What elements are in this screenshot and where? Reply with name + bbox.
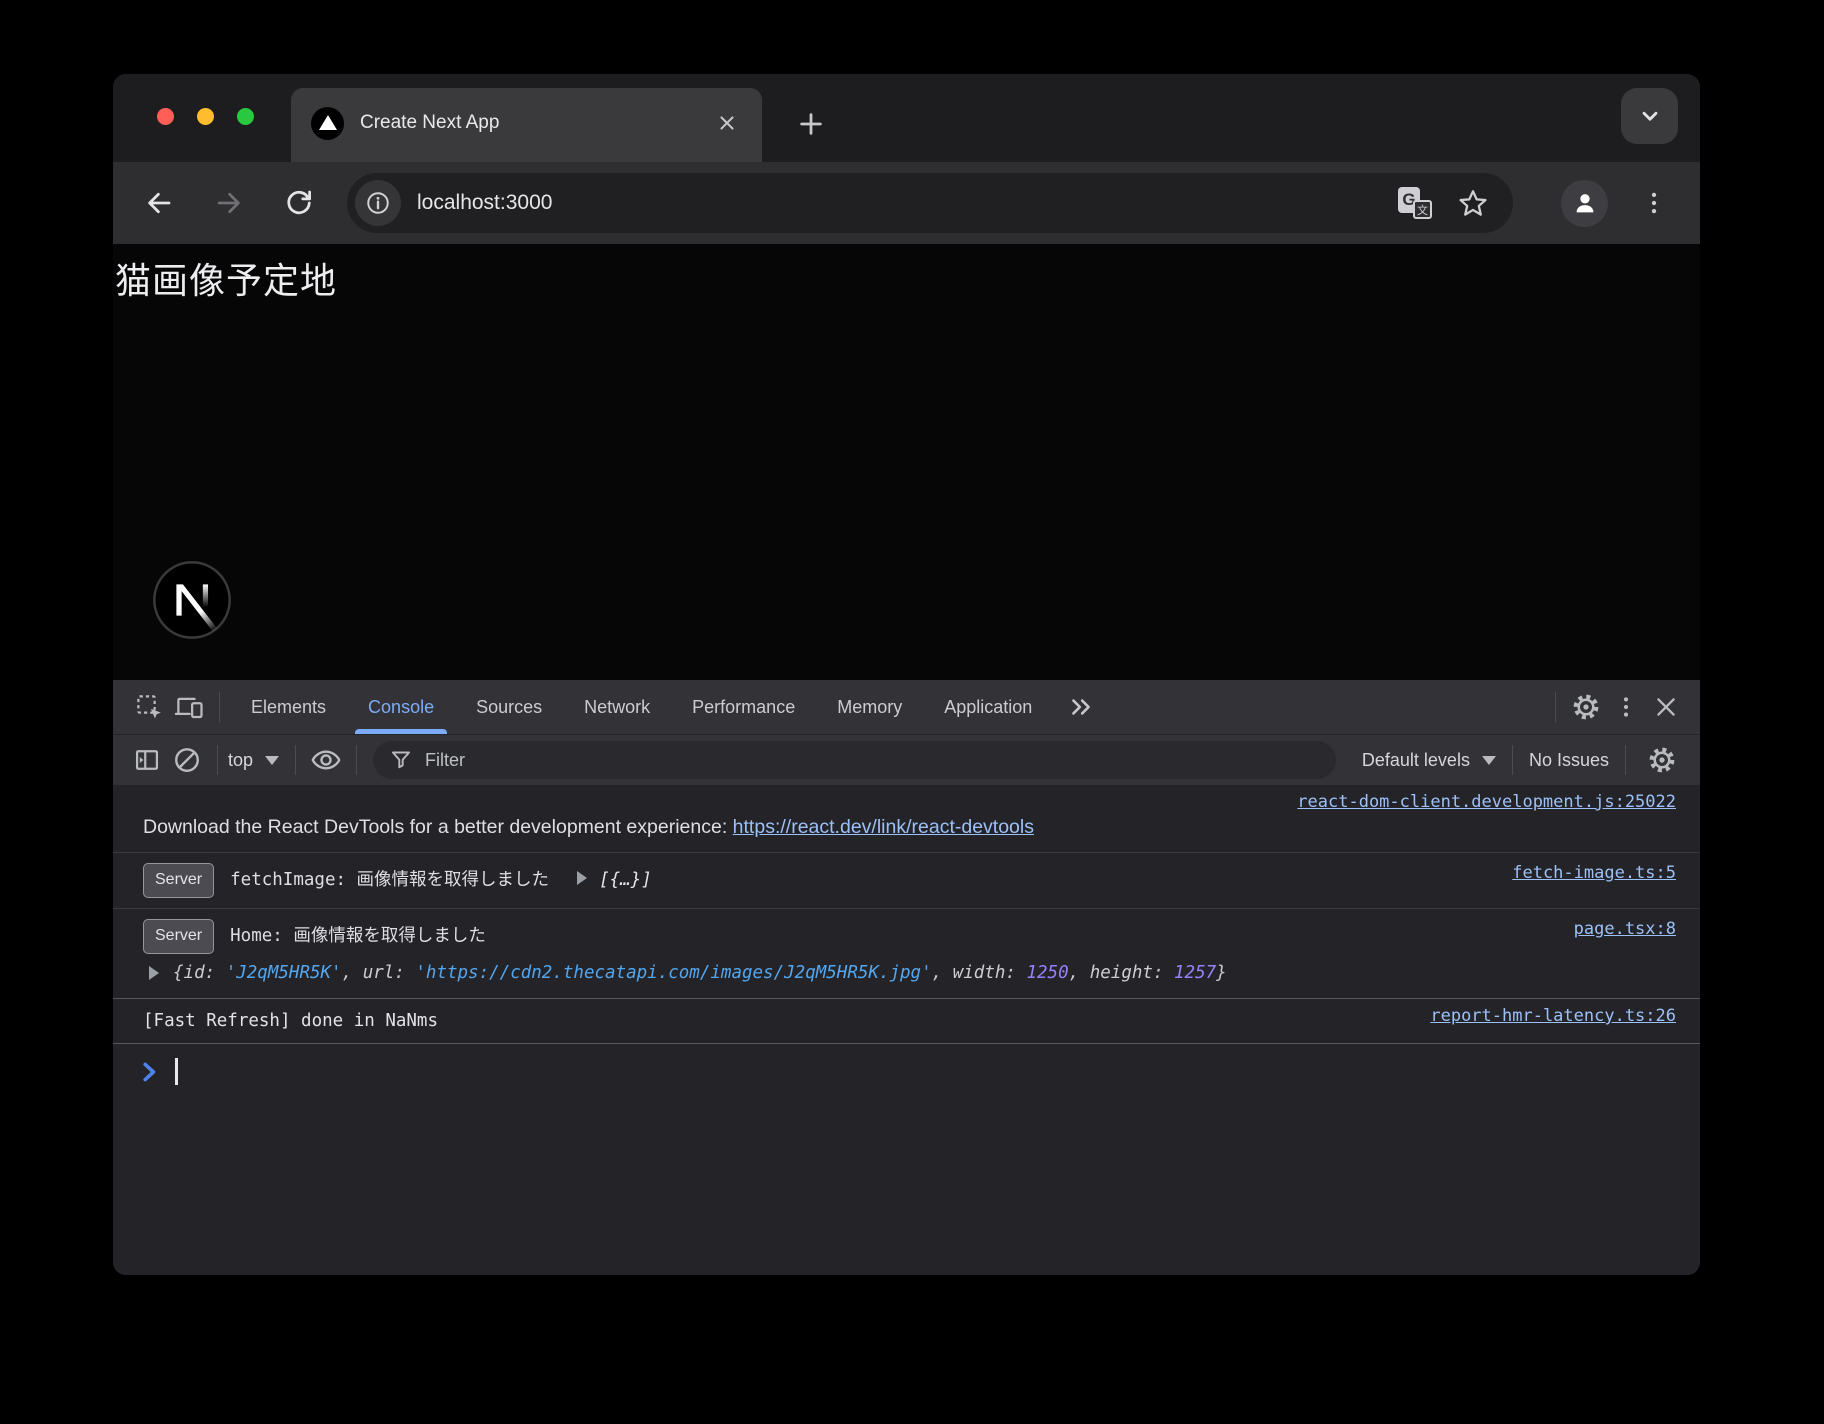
source-link[interactable]: page.tsx:8	[1574, 919, 1676, 939]
console-sidebar-toggle[interactable]	[127, 740, 167, 780]
tab-close-icon[interactable]	[710, 106, 744, 140]
translate-button[interactable]: G文	[1395, 183, 1435, 223]
expand-triangle-icon[interactable]	[577, 871, 587, 885]
chevron-down-icon	[1637, 103, 1663, 129]
devtools-menu-button[interactable]	[1606, 687, 1646, 727]
expand-triangle-icon[interactable]	[149, 966, 159, 980]
page-heading: 猫画像予定地	[113, 244, 1700, 304]
gear-icon	[1571, 692, 1601, 722]
tab-strip: Create Next App	[113, 74, 1700, 162]
person-icon	[1571, 189, 1599, 217]
inspect-element-button[interactable]	[129, 687, 169, 727]
inspect-cursor-icon	[134, 692, 164, 722]
source-link[interactable]: react-dom-client.development.js:25022	[1297, 792, 1676, 812]
forward-button[interactable]	[207, 181, 251, 225]
device-toolbar-button[interactable]	[169, 687, 209, 727]
double-chevron-icon	[1067, 693, 1095, 721]
console-message-fetchimage: Server fetchImage: 画像情報を取得しました [{…}] fetch…	[113, 852, 1700, 908]
tab-performance[interactable]: Performance	[671, 680, 816, 734]
nextjs-favicon-icon	[311, 107, 344, 140]
clear-console-button[interactable]	[167, 740, 207, 780]
eye-icon	[310, 744, 342, 776]
console-log-area[interactable]: react-dom-client.development.js:25022 Do…	[113, 786, 1700, 1275]
no-entry-icon	[172, 745, 202, 775]
console-prompt[interactable]	[113, 1044, 1700, 1097]
back-button[interactable]	[137, 181, 181, 225]
console-message-fast-refresh: [Fast Refresh] done in NaNms report-hmr-…	[113, 998, 1700, 1044]
desktop-background: Create Next App	[0, 0, 1824, 1424]
kebab-menu-icon	[1613, 692, 1639, 722]
browser-window: Create Next App	[113, 74, 1700, 1275]
console-toolbar: top Defaul	[113, 734, 1700, 786]
live-expression-button[interactable]	[306, 740, 346, 780]
array-preview[interactable]: [{…}]	[599, 870, 652, 890]
filter-funnel-icon	[389, 748, 413, 772]
tab-title: Create Next App	[360, 112, 710, 134]
server-badge: Server	[143, 863, 214, 898]
tab-sources[interactable]: Sources	[455, 680, 563, 734]
panel-toggle-icon	[133, 746, 161, 774]
device-toolbar-icon	[174, 692, 204, 722]
message-text: [Fast Refresh] done in NaNms	[143, 1011, 438, 1031]
close-window-button[interactable]	[157, 108, 174, 125]
browser-menu-button[interactable]	[1634, 181, 1674, 225]
log-levels-selector[interactable]: Default levels	[1362, 750, 1496, 771]
object-preview[interactable]: {id: 'J2qM5HR5K', url: 'https://cdn2.the…	[173, 958, 1227, 988]
url-text[interactable]: localhost:3000	[417, 191, 1395, 215]
info-icon	[365, 190, 391, 216]
google-translate-icon: G文	[1398, 187, 1432, 219]
page-viewport: 猫画像予定地	[113, 244, 1700, 680]
devtools-tabbar: Elements Console Sources Network Perform…	[113, 680, 1700, 734]
kebab-menu-icon	[1641, 188, 1667, 218]
devtools-close-button[interactable]	[1646, 687, 1686, 727]
tab-memory[interactable]: Memory	[816, 680, 923, 734]
message-text: Home: 画像情報を取得しました	[230, 926, 486, 946]
forward-arrow-icon	[214, 188, 244, 218]
console-settings-button[interactable]	[1642, 740, 1682, 780]
nextjs-dev-indicator[interactable]	[153, 561, 231, 639]
star-icon	[1457, 187, 1489, 219]
address-bar[interactable]: localhost:3000 G文	[347, 173, 1513, 233]
prompt-chevron-icon	[141, 1061, 159, 1083]
browser-toolbar: localhost:3000 G文	[113, 162, 1700, 244]
server-badge: Server	[143, 919, 214, 954]
filter-input[interactable]	[425, 750, 1320, 771]
context-selector[interactable]: top	[228, 750, 279, 771]
message-text: Download the React DevTools for a better…	[143, 816, 733, 838]
reload-button[interactable]	[277, 181, 321, 225]
tab-search-button[interactable]	[1621, 88, 1678, 144]
new-tab-button[interactable]	[785, 98, 837, 150]
devtools-settings-button[interactable]	[1566, 687, 1606, 727]
browser-tab[interactable]: Create Next App	[291, 88, 762, 162]
message-text: fetchImage: 画像情報を取得しました	[230, 870, 549, 890]
site-info-button[interactable]	[355, 180, 401, 226]
tab-application[interactable]: Application	[923, 680, 1053, 734]
dropdown-arrow-icon	[1482, 756, 1496, 765]
reload-icon	[284, 188, 314, 218]
message-link[interactable]: https://react.dev/link/react-devtools	[733, 816, 1034, 838]
more-tabs-button[interactable]	[1053, 693, 1109, 721]
back-arrow-icon	[144, 188, 174, 218]
gear-icon	[1647, 745, 1677, 775]
dropdown-arrow-icon	[265, 756, 279, 765]
tab-elements[interactable]: Elements	[230, 680, 347, 734]
console-message-react-devtools: react-dom-client.development.js:25022 Do…	[113, 786, 1700, 852]
minimize-window-button[interactable]	[197, 108, 214, 125]
close-icon	[1652, 693, 1680, 721]
tab-console[interactable]: Console	[347, 680, 455, 734]
bookmark-button[interactable]	[1453, 183, 1493, 223]
profile-button[interactable]	[1561, 180, 1608, 227]
source-link[interactable]: fetch-image.ts:5	[1512, 863, 1676, 883]
source-link[interactable]: report-hmr-latency.ts:26	[1430, 1006, 1676, 1026]
traffic-lights	[157, 108, 254, 125]
text-cursor	[175, 1058, 178, 1085]
tab-network[interactable]: Network	[563, 680, 671, 734]
zoom-window-button[interactable]	[237, 108, 254, 125]
issues-counter[interactable]: No Issues	[1529, 750, 1609, 771]
devtools-panel: Elements Console Sources Network Perform…	[113, 680, 1700, 1275]
console-filter[interactable]	[373, 741, 1336, 779]
console-message-home: Server Home: 画像情報を取得しました {id: 'J2qM5HR5K'…	[113, 908, 1700, 998]
